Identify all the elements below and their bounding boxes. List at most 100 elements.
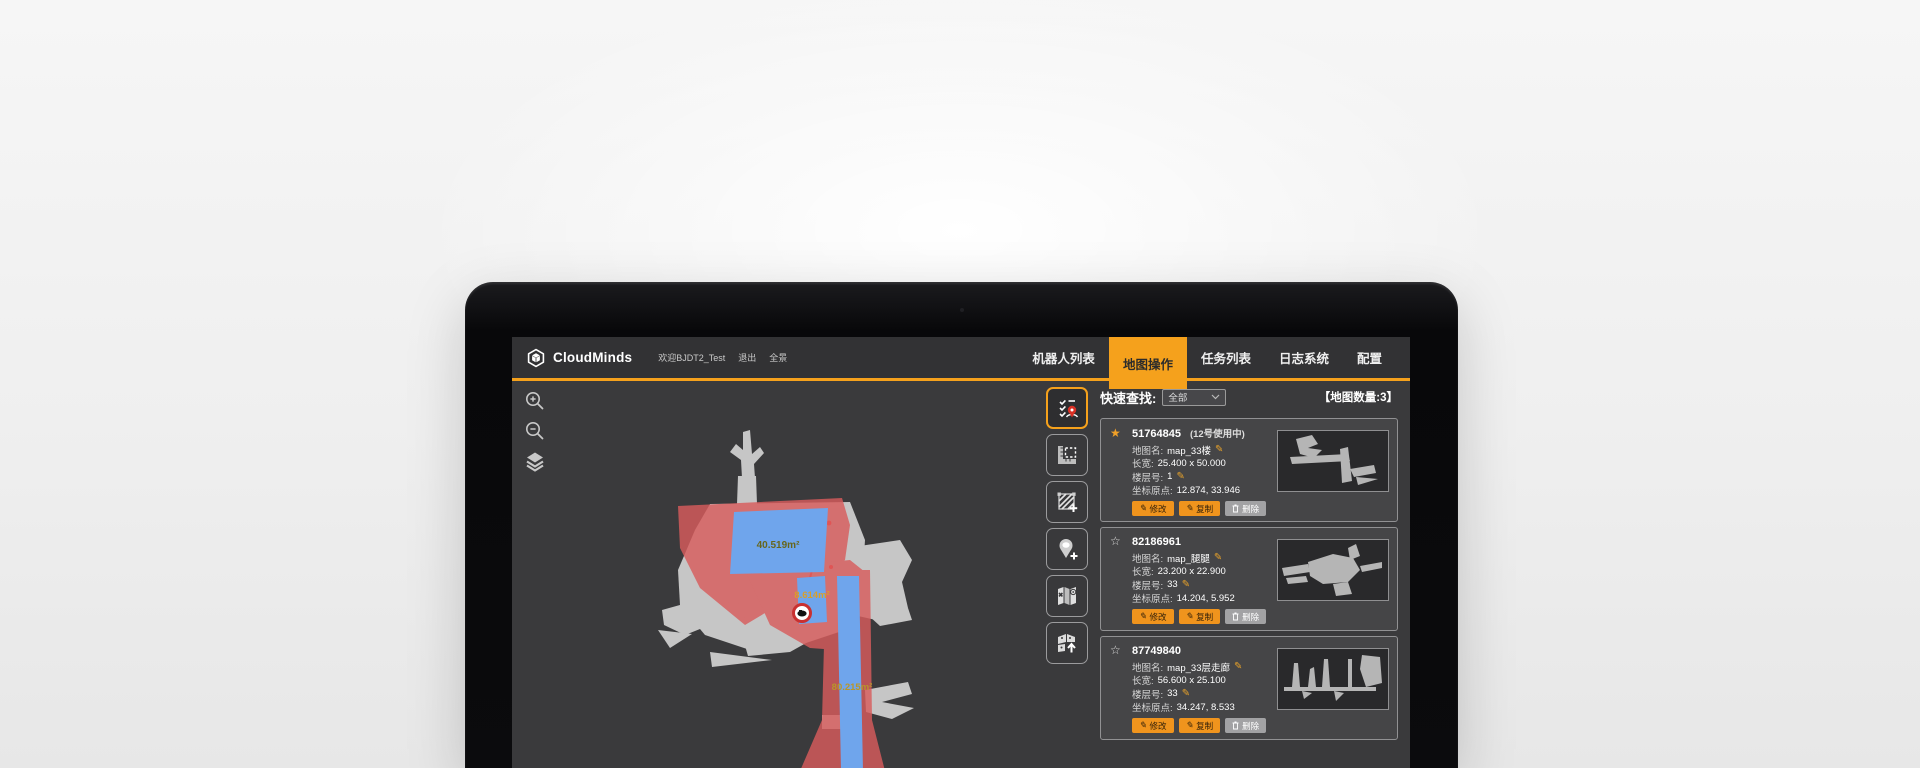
edit-pencil-icon[interactable]: ✎ bbox=[1176, 472, 1184, 482]
favorite-star-icon[interactable]: ★ bbox=[1110, 427, 1123, 439]
favorite-star-icon[interactable]: ☆ bbox=[1110, 644, 1123, 656]
map-id: 51764845 bbox=[1132, 428, 1181, 440]
map-thumbnail[interactable] bbox=[1277, 648, 1389, 710]
edit-pencil-icon: ✎ bbox=[1139, 720, 1147, 731]
tab-log-system[interactable]: 日志系统 bbox=[1265, 337, 1343, 378]
field-value: 33 bbox=[1167, 579, 1178, 590]
layers-icon bbox=[524, 450, 546, 472]
map-card: ★ 51764845 (12号使用中) 地图名: map_33楼 ✎ 长宽: 25.4… bbox=[1100, 418, 1398, 522]
edit-pencil-icon: ✎ bbox=[1139, 503, 1147, 514]
delete-button[interactable]: 删除 bbox=[1225, 609, 1266, 624]
quick-find-value: 全部 bbox=[1168, 390, 1187, 404]
map-count-label: 【地图数量:3】 bbox=[1319, 389, 1398, 405]
tab-task-list[interactable]: 任务列表 bbox=[1187, 337, 1265, 378]
field-value: 34.247, 8.533 bbox=[1177, 702, 1235, 713]
map-id: 82186961 bbox=[1132, 536, 1181, 548]
app-header: CloudMinds 欢迎BJDT2_Test 退出 全景 机器人列表 地图操作… bbox=[512, 337, 1410, 381]
delete-button[interactable]: 删除 bbox=[1225, 501, 1266, 516]
map-card: ☆ 82186961 地图名: map_腿腿 ✎ 长宽: 23.200 x 22.90… bbox=[1100, 527, 1398, 631]
field-label: 坐标原点: bbox=[1132, 483, 1173, 497]
field-value: 12.874, 33.946 bbox=[1177, 485, 1240, 496]
map-thumbnail[interactable] bbox=[1277, 430, 1389, 492]
map-zoom-controls bbox=[523, 389, 547, 473]
field-value: 56.600 x 25.100 bbox=[1158, 675, 1226, 686]
favorite-star-icon[interactable]: ☆ bbox=[1110, 535, 1123, 547]
field-label: 地图名: bbox=[1132, 443, 1163, 457]
edit-pencil-icon[interactable]: ✎ bbox=[1182, 580, 1190, 590]
field-value: map_腿腿 bbox=[1167, 551, 1210, 565]
field-value: 33 bbox=[1167, 688, 1178, 699]
edit-pencil-icon: ✎ bbox=[1139, 611, 1147, 622]
layers-button[interactable] bbox=[523, 449, 547, 473]
measure-area-button[interactable] bbox=[1046, 434, 1088, 476]
map-card: ☆ 87749840 地图名: map_33层走廊 ✎ 长宽: 56.600 x 25… bbox=[1100, 636, 1398, 740]
brand-logo: CloudMinds bbox=[526, 348, 632, 368]
robot-position-marker bbox=[794, 605, 811, 622]
area-label-2: 8.614m² bbox=[794, 590, 829, 601]
edit-pencil-icon[interactable]: ✎ bbox=[1182, 689, 1190, 699]
add-region-icon bbox=[1054, 489, 1080, 515]
field-value: 25.400 x 50.000 bbox=[1158, 458, 1226, 469]
field-label: 楼层号: bbox=[1132, 470, 1163, 484]
trash-icon bbox=[1232, 612, 1239, 621]
annotation-list-icon bbox=[1054, 395, 1080, 421]
zoom-in-icon bbox=[524, 390, 546, 412]
copy-button[interactable]: ✎复制 bbox=[1179, 501, 1221, 516]
field-label: 长宽: bbox=[1132, 673, 1154, 687]
field-value: 14.204, 5.952 bbox=[1177, 593, 1235, 604]
modify-button[interactable]: ✎修改 bbox=[1132, 718, 1174, 733]
field-value: 23.200 x 22.900 bbox=[1158, 566, 1226, 577]
modify-button[interactable]: ✎修改 bbox=[1132, 609, 1174, 624]
field-label: 长宽: bbox=[1132, 564, 1154, 578]
edit-pencil-icon[interactable]: ✎ bbox=[1214, 553, 1222, 563]
field-label: 长宽: bbox=[1132, 456, 1154, 470]
copy-button[interactable]: ✎复制 bbox=[1179, 718, 1221, 733]
zoom-out-icon bbox=[524, 420, 546, 442]
logout-link[interactable]: 退出 bbox=[738, 351, 756, 364]
copy-button[interactable]: ✎复制 bbox=[1179, 609, 1221, 624]
scene-link[interactable]: 全景 bbox=[769, 351, 787, 364]
trash-icon bbox=[1232, 721, 1239, 730]
field-value: 1 bbox=[1167, 471, 1172, 482]
zoom-out-button[interactable] bbox=[523, 419, 547, 443]
upload-map-button[interactable] bbox=[1046, 622, 1088, 664]
delete-map-element-icon bbox=[1054, 583, 1080, 609]
modify-button[interactable]: ✎修改 bbox=[1132, 501, 1174, 516]
map-annotation-list-button[interactable] bbox=[1046, 387, 1088, 429]
map-thumbnail[interactable] bbox=[1277, 539, 1389, 601]
add-poi-button[interactable] bbox=[1046, 528, 1088, 570]
trash-icon bbox=[1232, 504, 1239, 513]
map-id-suffix: (12号使用中) bbox=[1190, 426, 1245, 440]
tab-robot-list[interactable]: 机器人列表 bbox=[1018, 337, 1109, 378]
quick-find-select[interactable]: 全部 bbox=[1162, 389, 1226, 406]
tab-map-operation[interactable]: 地图操作 bbox=[1109, 337, 1187, 389]
add-poi-icon bbox=[1054, 536, 1080, 562]
map-list-panel: 快速查找: 全部 【地图数量:3】 ★ 51764845 (12号使用中) 地图 bbox=[1100, 387, 1398, 745]
delete-map-element-button[interactable] bbox=[1046, 575, 1088, 617]
zoom-in-button[interactable] bbox=[523, 389, 547, 413]
add-region-button[interactable] bbox=[1046, 481, 1088, 523]
welcome-text: 欢迎BJDT2_Test bbox=[658, 351, 725, 364]
measure-area-icon bbox=[1054, 442, 1080, 468]
field-value: map_33层走廊 bbox=[1167, 660, 1230, 674]
map-id: 87749840 bbox=[1132, 645, 1181, 657]
edit-pencil-icon[interactable]: ✎ bbox=[1234, 662, 1242, 672]
cloudminds-hexagon-cube-icon bbox=[526, 348, 546, 368]
webcam-dot bbox=[960, 308, 964, 312]
delete-button[interactable]: 删除 bbox=[1225, 718, 1266, 733]
tab-settings[interactable]: 配置 bbox=[1343, 337, 1396, 378]
edit-pencil-icon[interactable]: ✎ bbox=[1215, 445, 1223, 455]
edit-pencil-icon: ✎ bbox=[1186, 720, 1194, 731]
app-screen: CloudMinds 欢迎BJDT2_Test 退出 全景 机器人列表 地图操作… bbox=[512, 337, 1410, 768]
area-label-3: 80.215m² bbox=[832, 682, 873, 693]
monitor-bezel: CloudMinds 欢迎BJDT2_Test 退出 全景 机器人列表 地图操作… bbox=[465, 282, 1458, 768]
field-label: 地图名: bbox=[1132, 660, 1163, 674]
field-label: 坐标原点: bbox=[1132, 591, 1173, 605]
edit-pencil-icon: ✎ bbox=[1186, 503, 1194, 514]
quick-find-label: 快速查找: bbox=[1100, 388, 1156, 407]
field-label: 地图名: bbox=[1132, 551, 1163, 565]
field-value: map_33楼 bbox=[1167, 443, 1211, 457]
area-label-1: 40.519m² bbox=[757, 540, 800, 551]
main-nav: 机器人列表 地图操作 任务列表 日志系统 配置 bbox=[1018, 337, 1396, 378]
map-canvas[interactable]: 40.519m² 8.614m² 80.215m² bbox=[650, 420, 980, 768]
